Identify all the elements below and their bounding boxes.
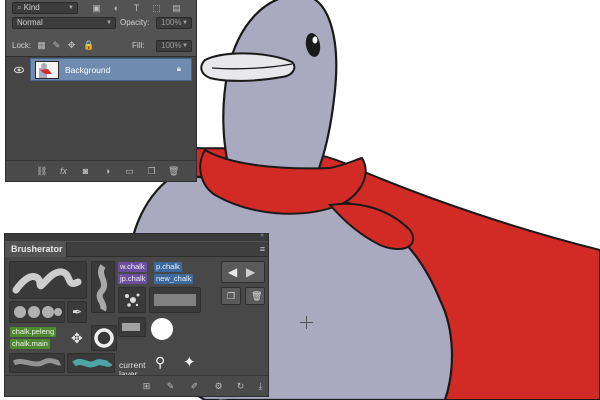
brusherator-panel: « Brusherator ≡ w.chalk p.chalk jp.chalk… bbox=[4, 232, 269, 397]
new-layer-icon[interactable]: ❐ bbox=[146, 166, 157, 176]
eyedropper-button[interactable]: ⚲ bbox=[149, 353, 175, 373]
brush-grid: w.chalk p.chalk jp.chalk new_chalk ◀ ▶ ❐… bbox=[5, 257, 268, 379]
crosshair-cursor-icon bbox=[300, 316, 313, 329]
layers-panel-footer: ⛓ fx ◙ ◑ ▭ ❐ 🗑︎ bbox=[6, 160, 196, 181]
brush-tag[interactable]: w.chalk bbox=[118, 262, 147, 272]
panel-titlebar[interactable]: « bbox=[5, 232, 268, 241]
chevron-down-icon: ▼ bbox=[106, 20, 112, 26]
lock-label: Lock: bbox=[12, 41, 32, 50]
panel-menu-icon[interactable]: ≡ bbox=[260, 244, 265, 254]
rename-icon[interactable]: ✐ bbox=[189, 381, 200, 392]
settings-icon[interactable]: ⚙ bbox=[213, 381, 224, 392]
trash-icon[interactable]: 🗑︎ bbox=[168, 166, 179, 176]
brush-tag[interactable]: chalk.peleng bbox=[10, 327, 57, 337]
brush-preset-chalk-stroke[interactable] bbox=[9, 261, 87, 299]
search-icon: ⌕ bbox=[17, 3, 22, 12]
chevron-down-icon: ▼ bbox=[182, 43, 188, 49]
trash-icon: 🗑︎ bbox=[251, 291, 263, 301]
brush-preset-smoke[interactable] bbox=[91, 261, 115, 313]
brusherator-footer: ⊞ ✎ ✐ ⚙ ↻ ⤓ bbox=[5, 375, 268, 396]
blend-mode-value: Normal bbox=[17, 18, 43, 27]
fill-label: Fill: bbox=[132, 41, 145, 50]
fill-value: 100% bbox=[161, 41, 182, 50]
brush-preset-teal[interactable] bbox=[67, 353, 115, 373]
collapse-icon[interactable]: « bbox=[260, 232, 264, 239]
delete-brush-button[interactable]: 🗑︎ bbox=[245, 287, 265, 305]
move-icon: ✥ bbox=[71, 330, 83, 346]
brush-preset-round-hard[interactable] bbox=[148, 315, 176, 343]
lock-image-icon[interactable]: ✎ bbox=[52, 41, 61, 50]
sparkle-icon: ✦ bbox=[183, 354, 196, 371]
layer-thumbnail bbox=[35, 61, 59, 79]
layer-row-background[interactable]: Background 🔒︎ bbox=[30, 58, 192, 81]
opacity-label: Opacity: bbox=[120, 18, 150, 27]
fill-input[interactable]: 100% ▼ bbox=[156, 40, 192, 52]
brush-preset-dots[interactable] bbox=[9, 301, 65, 323]
tab-brusherator[interactable]: Brusherator bbox=[5, 242, 67, 257]
filter-pixel-icon[interactable]: ▣ bbox=[92, 4, 101, 13]
brush-tag[interactable]: jp.chalk bbox=[118, 274, 148, 284]
brush-nav-arrows[interactable]: ◀ ▶ bbox=[221, 261, 265, 283]
sparkle-button[interactable]: ✦ bbox=[177, 353, 207, 373]
lock-position-icon[interactable]: ✥ bbox=[67, 41, 76, 50]
brush-preset-splatter[interactable] bbox=[118, 287, 146, 313]
filter-kind-label: Kind bbox=[23, 3, 40, 12]
layers-panel: ⌕ Kind ▼ ▣ ◐ T ⬚ ▤ Normal ▼ Opacity: 100… bbox=[5, 0, 197, 182]
eye-icon[interactable] bbox=[14, 65, 24, 75]
brush-preset-ring[interactable] bbox=[91, 325, 117, 351]
lock-transparent-icon[interactable]: ▦ bbox=[37, 41, 46, 50]
lock-icon: 🔒︎ bbox=[176, 64, 181, 73]
blend-mode-select[interactable]: Normal ▼ bbox=[12, 17, 116, 29]
pen-nib-icon: ✒ bbox=[72, 305, 83, 319]
link-icon[interactable]: ⛓ bbox=[36, 166, 47, 176]
brush-tag[interactable]: chalk.main bbox=[10, 339, 50, 349]
brush-preset-film[interactable] bbox=[118, 317, 146, 337]
filter-adjustment-icon[interactable]: ◐ bbox=[112, 4, 121, 13]
eyedropper-icon: ⚲ bbox=[155, 354, 166, 370]
brush-tag[interactable]: p.chalk bbox=[154, 262, 182, 272]
add-brush-icon[interactable]: ⊞ bbox=[141, 381, 152, 392]
chevron-down-icon: ▼ bbox=[182, 20, 188, 26]
adjustment-icon[interactable]: ◑ bbox=[102, 166, 113, 176]
move-tool-button[interactable]: ✥ bbox=[67, 325, 89, 351]
filter-shape-icon[interactable]: ⬚ bbox=[152, 4, 161, 13]
filter-type-icon[interactable]: T bbox=[132, 4, 141, 13]
filter-smart-object-icon[interactable]: ▤ bbox=[172, 4, 181, 13]
opacity-input[interactable]: 100% ▼ bbox=[156, 17, 192, 29]
arrow-right-icon[interactable]: ▶ bbox=[246, 265, 255, 279]
brush-preset-grain[interactable] bbox=[9, 353, 65, 373]
edit-icon[interactable]: ✎ bbox=[165, 381, 176, 392]
folder-icon[interactable]: ▭ bbox=[124, 166, 135, 176]
mask-icon[interactable]: ◙ bbox=[80, 166, 91, 176]
new-brush-icon: ❐ bbox=[227, 291, 236, 301]
refresh-icon[interactable]: ↻ bbox=[235, 381, 246, 392]
chevron-down-icon: ▼ bbox=[68, 5, 74, 11]
new-brush-button[interactable]: ❐ bbox=[221, 287, 241, 305]
layer-name: Background bbox=[65, 65, 111, 75]
layer-filter-select[interactable]: ⌕ Kind ▼ bbox=[12, 2, 78, 14]
brush-preset-nib[interactable]: ✒ bbox=[67, 301, 87, 323]
fx-icon[interactable]: fx bbox=[58, 166, 69, 176]
opacity-value: 100% bbox=[161, 18, 182, 27]
brush-preset-texture[interactable] bbox=[149, 287, 201, 313]
arrow-left-icon[interactable]: ◀ bbox=[228, 265, 237, 279]
lock-all-icon[interactable]: 🔒 bbox=[83, 41, 94, 50]
brush-tag[interactable]: new_chalk bbox=[154, 274, 194, 284]
tab-strip: ≡ bbox=[67, 242, 268, 257]
download-icon[interactable]: ⤓ bbox=[255, 381, 266, 392]
